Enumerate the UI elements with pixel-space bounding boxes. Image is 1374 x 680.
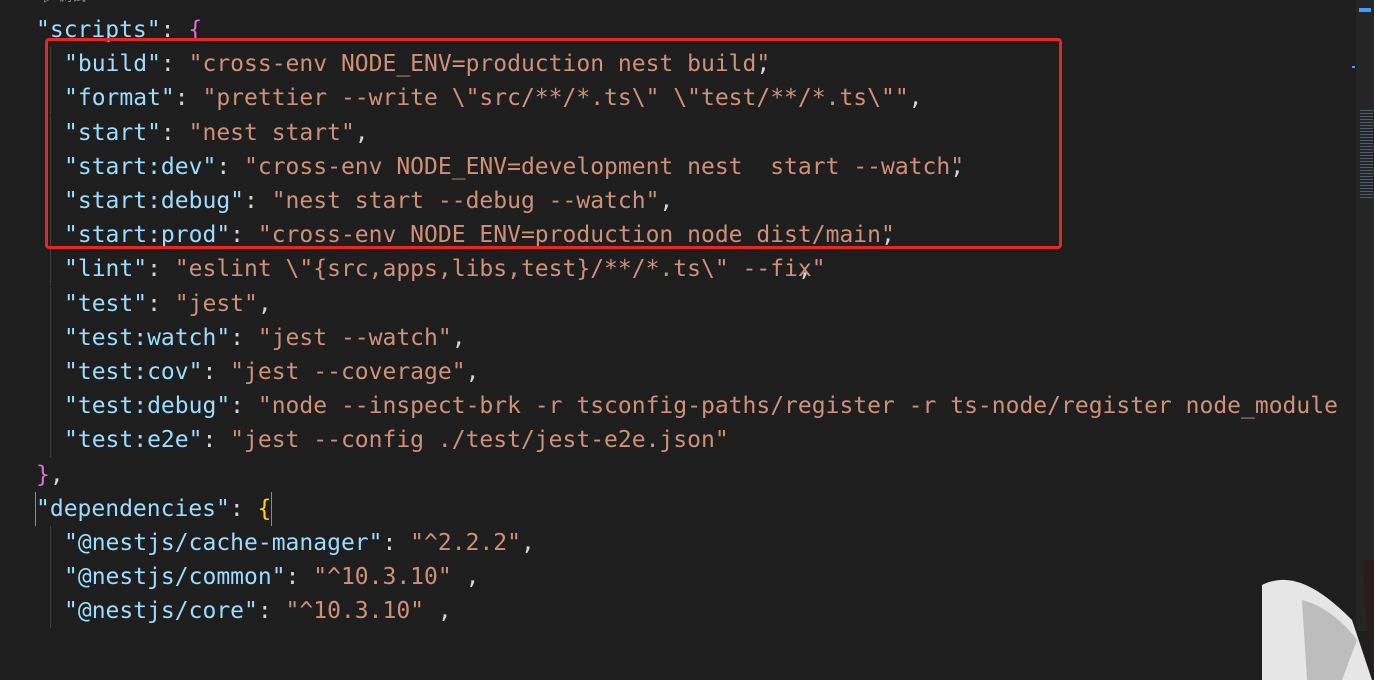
json-punctuation: { (36, 17, 203, 43)
json-punctuation: , (64, 85, 923, 112)
json-string: "node --inspect-brk -r tsconfig-paths/re… (64, 393, 1338, 420)
indent-guide (50, 320, 51, 355)
code-line[interactable]: "dependencies" : { (0, 491, 1356, 526)
code-line[interactable]: "start" : "nest start" , (0, 115, 1356, 150)
indent-guide (50, 389, 51, 424)
json-punctuation: , (64, 153, 965, 180)
indent-guide (50, 47, 51, 82)
code-line[interactable]: "test" : "jest" , (0, 286, 1356, 321)
json-string: "jest --config ./test/jest-e2e.json" (64, 427, 729, 454)
json-punctuation: , (64, 188, 674, 214)
json-punctuation: , (64, 222, 895, 249)
indent-guide (50, 252, 51, 287)
scrollbar-marker (1359, 8, 1371, 12)
json-punctuation: , (64, 119, 369, 146)
json-punctuation: , (64, 256, 812, 283)
code-line[interactable]: "@nestjs/cache-manager" : "^2.2.2" , (0, 526, 1356, 560)
code-line[interactable]: "test:watch" : "jest --watch" , (0, 320, 1356, 355)
indent-guide (50, 218, 51, 253)
code-line[interactable]: "format" : "prettier --write \"src/**/*.… (0, 81, 1356, 116)
indent-guide (50, 355, 51, 389)
vertical-scrollbar[interactable] (1356, 0, 1374, 631)
code-line[interactable]: "start:dev" : "cross-env NODE_ENV=develo… (0, 149, 1356, 184)
indent-guide (50, 594, 51, 629)
indent-guide (50, 526, 51, 560)
code-line[interactable]: "build" : "cross-env NODE_ENV=production… (0, 47, 1356, 82)
code-line[interactable]: } , (0, 458, 1356, 492)
json-punctuation: , (64, 530, 535, 556)
code-line[interactable]: "test:debug" : "node --inspect-brk -r ts… (0, 389, 1356, 424)
json-punctuation: , (64, 359, 480, 385)
debug-codelens[interactable]: ▷ 调试 (44, 0, 86, 6)
codelens-label: 调试 (58, 0, 86, 5)
indent-guide (50, 149, 51, 184)
indent-guide (50, 81, 51, 116)
code-line[interactable]: "@nestjs/core" : "^10.3.10" , (0, 594, 1356, 629)
json-punctuation: , (64, 564, 480, 591)
scrollbar-marker-small (1352, 66, 1355, 68)
json-punctuation: { (34, 491, 273, 526)
indent-guide (50, 286, 51, 321)
code-line[interactable]: "@nestjs/common" : "^10.3.10" , (0, 560, 1356, 595)
indent-guide (50, 423, 51, 458)
json-punctuation: , (64, 51, 771, 78)
code-line[interactable]: "start:debug" : "nest start --debug --wa… (0, 184, 1356, 218)
minimap-preview[interactable] (1360, 110, 1373, 200)
code-line[interactable]: "start:prod" : "cross-env NODE_ENV=produ… (0, 218, 1356, 253)
code-line[interactable]: "test:cov" : "jest --coverage" , (0, 355, 1356, 389)
indent-guide (50, 184, 51, 218)
json-punctuation: , (64, 598, 452, 625)
code-line[interactable]: "lint" : "eslint \"{src,apps,libs,test}/… (0, 252, 1356, 287)
json-punctuation: , (36, 461, 64, 488)
code-line[interactable]: "scripts" : { (0, 13, 1356, 47)
indent-guide (50, 560, 51, 595)
indent-guide (50, 115, 51, 150)
json-punctuation: , (64, 290, 272, 317)
json-punctuation: , (64, 324, 466, 351)
play-icon: ▷ (44, 0, 54, 5)
code-editor[interactable]: ▷ 调试 "scripts" : {"build" : "cross-env NO… (0, 0, 1374, 680)
code-line[interactable]: "test:e2e" : "jest --config ./test/jest-… (0, 423, 1356, 458)
